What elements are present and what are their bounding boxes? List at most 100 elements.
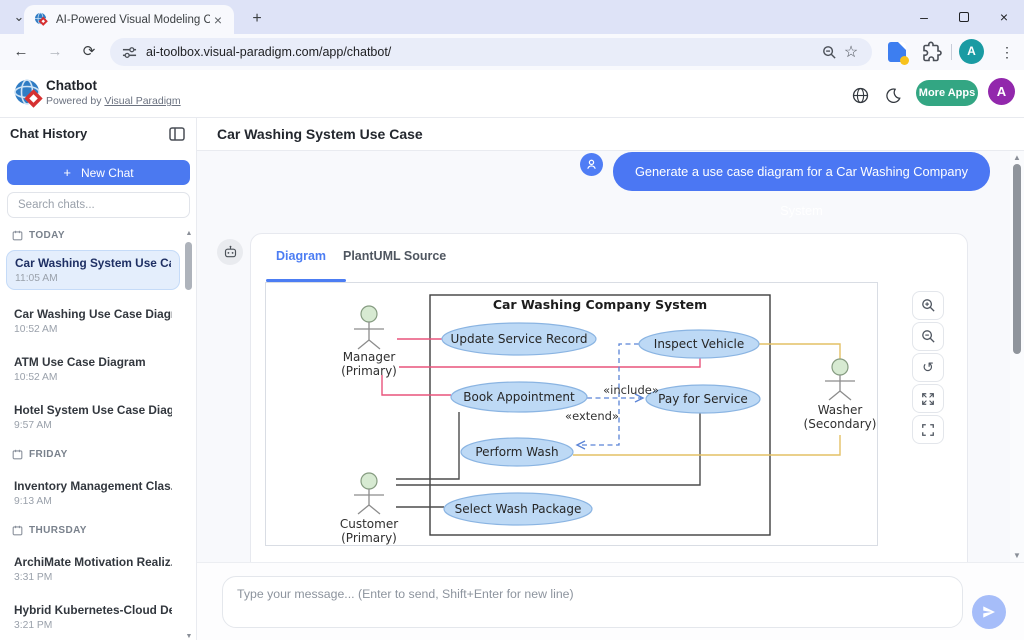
main-header: Car Washing System Use Case <box>197 118 1024 151</box>
address-bar[interactable]: ai-toolbox.visual-paradigm.com/app/chatb… <box>110 38 872 66</box>
back-icon[interactable]: ← <box>8 39 34 65</box>
svg-text:(Secondary): (Secondary) <box>804 417 877 431</box>
chat-item[interactable]: Hybrid Kubernetes-Cloud De... 3:21 PM <box>6 598 180 636</box>
tab-close-icon[interactable]: × <box>210 12 226 28</box>
chat-item[interactable]: Car Washing Use Case Diagr... 10:52 AM <box>6 302 180 340</box>
extend-label: «extend» <box>565 409 619 423</box>
diagram-viewport[interactable]: Car Washing Company System <box>265 282 878 546</box>
sidebar-scroll-thumb[interactable] <box>185 242 192 290</box>
chat-area: Generate a use case diagram for a Car Wa… <box>197 151 1024 562</box>
chat-item[interactable]: ArchiMate Motivation Realiz... 3:31 PM <box>6 550 180 588</box>
svg-text:(Primary): (Primary) <box>341 364 397 378</box>
edge-perform-washer <box>573 435 840 455</box>
message-composer <box>197 562 1024 640</box>
send-plane-icon <box>981 604 997 620</box>
use-case-diagram: Car Washing Company System <box>266 283 878 546</box>
usecase-label: Inspect Vehicle <box>654 337 744 351</box>
reset-view-button[interactable]: ↺ <box>912 353 944 382</box>
actor-manager[interactable]: Manager (Primary) <box>341 306 397 378</box>
browser-menu-kebab-icon[interactable]: ⋮ <box>997 40 1017 64</box>
chat-item[interactable]: ATM Use Case Diagram 10:52 AM <box>6 350 180 388</box>
new-chat-button[interactable]: +New Chat <box>7 160 190 185</box>
section-friday: FRIDAY <box>12 449 68 460</box>
language-globe-icon[interactable] <box>849 84 871 106</box>
send-button[interactable] <box>972 595 1006 629</box>
visual-paradigm-link[interactable]: Visual Paradigm <box>104 95 180 107</box>
tab-plantuml-source[interactable]: PlantUML Source <box>343 249 446 263</box>
main-scrollbar[interactable]: ▲ ▼ <box>1010 151 1024 562</box>
powered-by: Powered by Visual Paradigm <box>46 95 181 107</box>
browser-toolbar: ← → ⟳ ai-toolbox.visual-paradigm.com/app… <box>0 34 1024 70</box>
main-scroll-thumb[interactable] <box>1013 164 1021 354</box>
scroll-down-icon[interactable]: ▼ <box>1010 551 1024 560</box>
sidebar-title: Chat History <box>10 126 87 141</box>
window-close-button[interactable]: × <box>984 0 1024 34</box>
toolbar-separator <box>951 44 952 60</box>
usecase-label: Book Appointment <box>463 390 575 404</box>
app-header: Chatbot Powered by Visual Paradigm More … <box>0 70 1024 118</box>
extension-docs-icon[interactable] <box>888 42 906 62</box>
actor-washer[interactable]: Washer (Secondary) <box>804 359 877 431</box>
zoom-out-button[interactable] <box>912 322 944 351</box>
actor-customer[interactable]: Customer (Primary) <box>340 473 398 545</box>
forward-icon[interactable]: → <box>42 39 68 65</box>
user-message-bubble: Generate a use case diagram for a Car Wa… <box>613 152 990 191</box>
section-thursday: THURSDAY <box>12 525 87 536</box>
calendar-icon <box>12 525 23 536</box>
svg-text:(Primary): (Primary) <box>341 531 397 545</box>
message-input[interactable] <box>222 576 963 628</box>
more-apps-button[interactable]: More Apps <box>916 80 978 106</box>
dark-mode-moon-icon[interactable] <box>882 84 904 106</box>
usecase-label: Pay for Service <box>658 392 748 406</box>
app-title: Chatbot <box>46 78 97 93</box>
fullscreen-button[interactable] <box>912 415 944 444</box>
window-maximize-button[interactable] <box>944 0 984 34</box>
section-today: TODAY <box>12 230 65 241</box>
user-message-avatar <box>580 153 603 176</box>
bot-avatar <box>217 239 243 265</box>
usecase-label: Select Wash Package <box>455 502 582 516</box>
edge-inspect-washer <box>759 344 840 359</box>
scroll-down-icon[interactable]: ▼ <box>184 633 194 640</box>
svg-text:Washer: Washer <box>818 403 863 417</box>
maximize-icon <box>959 12 969 22</box>
chat-item[interactable]: Inventory Management Clas... 9:13 AM <box>6 474 180 512</box>
chat-item-selected[interactable]: Car Washing System Use Case 11:05 AM <box>6 250 180 290</box>
zoom-in-button[interactable] <box>912 291 944 320</box>
edge-manager-inspect <box>399 358 700 367</box>
window-minimize-button[interactable]: – <box>904 0 944 34</box>
tab-diagram[interactable]: Diagram <box>276 249 326 263</box>
browser-profile-avatar[interactable]: A <box>959 39 984 64</box>
usecase-label: Update Service Record <box>451 332 588 346</box>
site-settings-tune-icon[interactable] <box>122 45 137 60</box>
robot-icon <box>223 245 238 260</box>
system-title: Car Washing Company System <box>493 297 707 312</box>
visual-paradigm-logo <box>14 79 44 109</box>
search-chats-input[interactable] <box>7 192 190 218</box>
zoom-page-icon[interactable] <box>818 41 840 63</box>
browser-tab[interactable]: AI-Powered Visual Modeling Ch × <box>24 5 234 34</box>
application-window: ⌄ AI-Powered Visual Modeling Ch × + – × … <box>0 0 1024 640</box>
svg-text:Manager: Manager <box>343 350 396 364</box>
url-text[interactable]: ai-toolbox.visual-paradigm.com/app/chatb… <box>146 45 818 59</box>
extensions-puzzle-icon[interactable] <box>920 40 944 64</box>
chat-item[interactable]: Hotel System Use Case Diagr... 9:57 AM <box>6 398 180 436</box>
scroll-up-icon[interactable]: ▲ <box>1010 153 1024 162</box>
browser-tab-strip: ⌄ AI-Powered Visual Modeling Ch × + – × <box>0 0 1024 34</box>
collapse-sidebar-icon[interactable] <box>168 125 186 143</box>
user-avatar[interactable]: A <box>988 78 1015 105</box>
fit-to-screen-button[interactable] <box>912 384 944 413</box>
sidebar-scrollbar[interactable]: ▲ ▼ <box>184 230 194 640</box>
reload-icon[interactable]: ⟳ <box>76 39 102 65</box>
person-icon <box>585 158 598 171</box>
include-label: «include» <box>603 383 659 397</box>
page-title: Car Washing System Use Case <box>217 126 423 142</box>
new-tab-button[interactable]: + <box>246 8 268 30</box>
svg-text:Customer: Customer <box>340 517 398 531</box>
bookmark-star-icon[interactable]: ☆ <box>840 41 862 63</box>
scroll-up-icon[interactable]: ▲ <box>184 230 194 237</box>
plus-icon: + <box>63 165 71 180</box>
edge-customer-book <box>396 412 459 479</box>
chat-history-sidebar: Chat History +New Chat TODAY Car Washing… <box>0 118 197 640</box>
tab-title: AI-Powered Visual Modeling Ch <box>56 14 210 26</box>
